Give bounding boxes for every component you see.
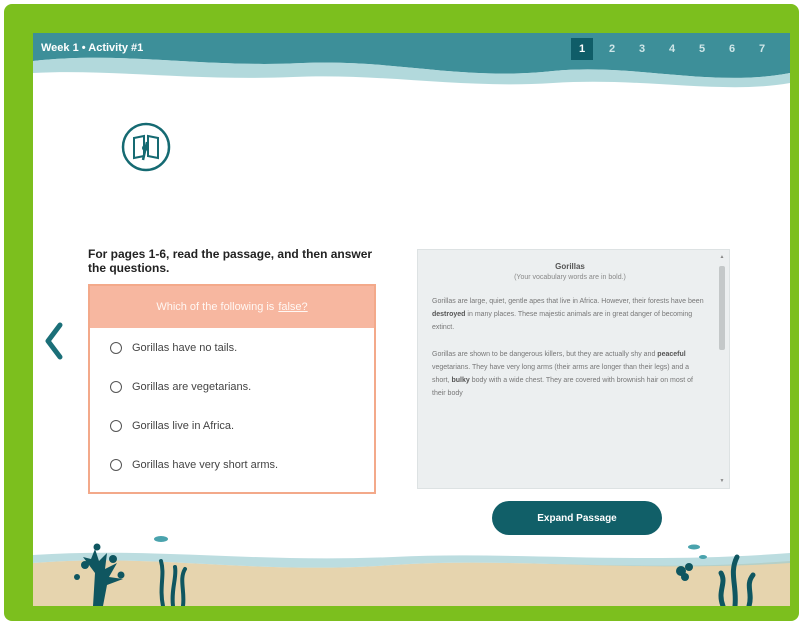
question-text: Which of the following is <box>156 301 275 313</box>
answer-label: Gorillas have very short arms. <box>132 458 279 471</box>
radio-button[interactable] <box>110 458 122 471</box>
passage-paragraph: Gorillas are large, quiet, gentle apes t… <box>432 298 704 331</box>
scroll-thumb[interactable] <box>719 266 725 350</box>
answer-label: Gorillas have no tails. <box>132 341 238 354</box>
vocab-word: peaceful <box>657 351 686 358</box>
page-2-button[interactable]: 2 <box>601 38 623 60</box>
question-emphasis: false? <box>278 301 308 313</box>
scroll-down-arrow-icon[interactable]: ▼ <box>718 478 726 484</box>
chevron-left-icon[interactable] <box>43 321 65 361</box>
passage-panel[interactable]: Gorillas (Your vocabulary words are in b… <box>417 249 730 489</box>
vocab-word: bulky <box>451 377 470 384</box>
question-prompt: Which of the following is false? <box>90 286 374 328</box>
answer-option[interactable]: Gorillas have very short arms. <box>90 445 374 484</box>
page-4-button[interactable]: 4 <box>661 38 683 60</box>
book-pen-icon <box>121 122 171 172</box>
radio-button[interactable] <box>110 341 122 354</box>
radio-button[interactable] <box>110 419 122 432</box>
page-5-button[interactable]: 5 <box>691 38 713 60</box>
passage-scrollbar[interactable]: ▲ ▼ <box>718 254 726 484</box>
activity-title: Week 1 • Activity #1 <box>41 42 144 54</box>
page-6-button[interactable]: 6 <box>721 38 743 60</box>
activity-stage: Week 1 • Activity #1 1 2 3 4 5 6 7 For p… <box>33 33 790 606</box>
answer-label: Gorillas live in Africa. <box>132 419 235 432</box>
passage-title: Gorillas <box>555 262 585 271</box>
radio-button[interactable] <box>110 380 122 393</box>
answer-label: Gorillas are vegetarians. <box>132 380 252 393</box>
question-card: Which of the following is false? Gorilla… <box>88 284 376 494</box>
vocab-word: destroyed <box>432 311 466 318</box>
page-nav: 1 2 3 4 5 6 7 <box>571 38 781 60</box>
passage-subtitle: (Your vocabulary words are in bold.) <box>514 274 626 281</box>
scroll-up-arrow-icon[interactable]: ▲ <box>718 254 726 260</box>
seabed-decoration <box>33 536 790 606</box>
instruction-text: For pages 1-6, read the passage, and the… <box>88 247 373 275</box>
answer-option[interactable]: Gorillas have no tails. <box>90 328 374 367</box>
page-1-button[interactable]: 1 <box>571 38 593 60</box>
page-7-button[interactable]: 7 <box>751 38 773 60</box>
answer-option[interactable]: Gorillas are vegetarians. <box>90 367 374 406</box>
passage-paragraph: Gorillas are shown to be dangerous kille… <box>432 351 693 397</box>
page-3-button[interactable]: 3 <box>631 38 653 60</box>
answer-option[interactable]: Gorillas live in Africa. <box>90 406 374 445</box>
